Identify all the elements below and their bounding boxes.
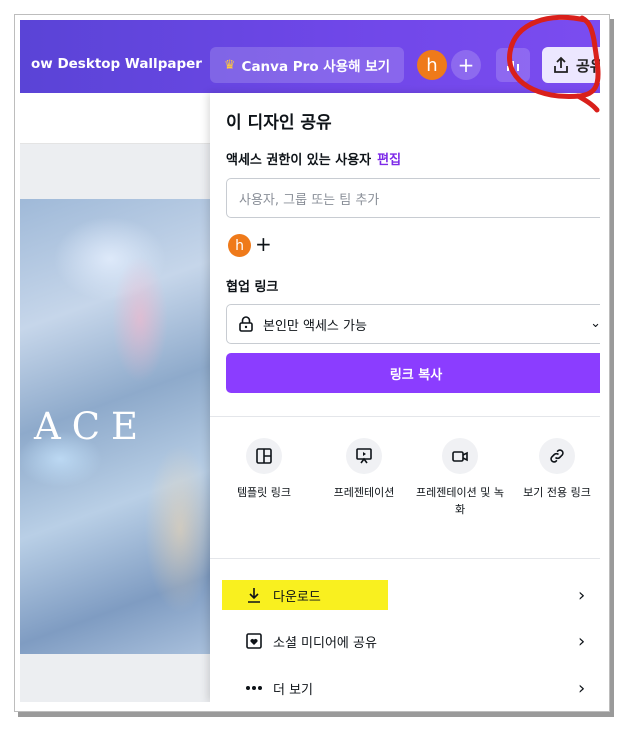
editor-toolbar: [20, 93, 210, 144]
canvas-text: ACE: [34, 405, 150, 448]
social-share-label: 소셜 미디어에 공유: [273, 635, 377, 651]
lock-icon: [237, 315, 257, 333]
present-record-option[interactable]: 프레젠테이션 및 녹화: [415, 438, 505, 518]
red-circle-annotation: [507, 14, 601, 113]
crown-icon: ♛: [223, 57, 236, 73]
chevron-right-icon: ›: [578, 630, 586, 652]
record-icon: [442, 438, 478, 474]
add-member-button[interactable]: +: [255, 232, 272, 256]
template-link-option[interactable]: 템플릿 링크: [219, 438, 309, 501]
template-link-label: 템플릿 링크: [236, 486, 292, 499]
chevron-right-icon: ›: [578, 584, 586, 606]
view-only-link-option[interactable]: 보기 전용 링크: [512, 438, 600, 501]
canvas-margin-bottom: [20, 654, 210, 702]
presentation-label: 프레젠테이션: [333, 486, 395, 499]
copy-link-button[interactable]: 링크 복사: [226, 353, 600, 393]
more-icon: [244, 685, 264, 691]
access-level-select[interactable]: 본인만 액세스 가능 ⌄: [226, 304, 600, 344]
divider: [210, 416, 600, 417]
link-icon: [539, 438, 575, 474]
presentation-icon: [346, 438, 382, 474]
download-label: 다운로드: [273, 589, 321, 605]
more-label: 더 보기: [273, 682, 314, 698]
user-avatar[interactable]: h: [417, 50, 447, 80]
share-panel: 이 디자인 공유 액세스 권한이 있는 사용자 편집 사용자, 그룹 또는 팀 추…: [210, 93, 600, 702]
access-label: 액세스 권한이 있는 사용자 편집: [226, 149, 401, 168]
more-menu-item[interactable]: 더 보기 ›: [210, 668, 600, 702]
chevron-right-icon: ›: [578, 677, 586, 699]
chevron-down-icon: ⌄: [590, 316, 600, 331]
access-level-value: 본인만 액세스 가능: [263, 318, 367, 334]
view-only-link-label: 보기 전용 링크: [523, 486, 591, 499]
heart-icon: [244, 632, 264, 650]
edit-access-link[interactable]: 편집: [377, 153, 401, 168]
collab-link-label: 협업 링크: [226, 280, 279, 295]
present-record-label: 프레젠테이션 및 녹화: [416, 486, 504, 516]
canva-pro-button[interactable]: ♛ Canva Pro 사용해 보기: [210, 47, 404, 83]
download-menu-item[interactable]: 다운로드 ›: [210, 575, 600, 615]
divider: [210, 558, 600, 559]
share-panel-title: 이 디자인 공유: [226, 113, 332, 133]
presentation-option[interactable]: 프레젠테이션: [319, 438, 409, 501]
design-canvas[interactable]: ACE: [20, 199, 210, 654]
canva-pro-label: Canva Pro 사용해 보기: [241, 59, 391, 75]
template-icon: [246, 438, 282, 474]
download-icon: [244, 586, 264, 604]
canvas-margin-top: [20, 144, 210, 199]
add-people-input[interactable]: 사용자, 그룹 또는 팀 추가: [226, 178, 600, 218]
member-avatar[interactable]: h: [228, 234, 251, 257]
document-title[interactable]: ow Desktop Wallpaper: [31, 56, 202, 72]
social-share-menu-item[interactable]: 소셜 미디어에 공유 ›: [210, 621, 600, 661]
access-label-text: 액세스 권한이 있는 사용자: [226, 153, 372, 168]
